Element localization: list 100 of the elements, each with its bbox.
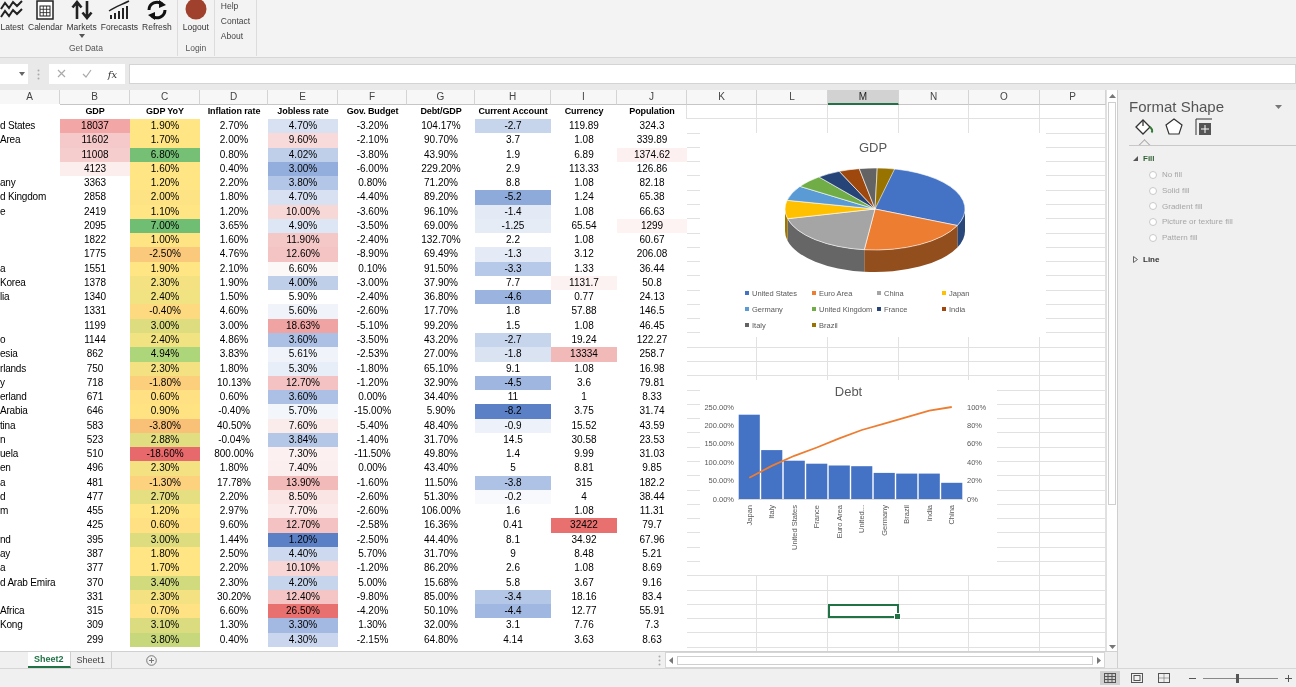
expanded-triangle-icon: [1133, 156, 1138, 161]
ribbon-link[interactable]: Contact: [220, 16, 251, 27]
table-header: Gov. Budget: [345, 105, 400, 118]
table-header: GDP YoY: [145, 105, 185, 118]
table-cell: 1.70%: [130, 133, 200, 148]
collapsed-triangle-icon: [1133, 256, 1138, 264]
column-heading[interactable]: L: [757, 90, 828, 105]
column-heading[interactable]: O: [969, 90, 1040, 105]
table-cell: 5.61%: [268, 347, 338, 362]
ribbon-link[interactable]: About: [220, 31, 251, 42]
formula-input[interactable]: [129, 64, 1296, 84]
view-button[interactable]: [1100, 671, 1120, 685]
up-arrow-icon: [1108, 94, 1116, 98]
horizontal-scrollbar[interactable]: [665, 652, 1105, 668]
active-cell[interactable]: [828, 604, 899, 619]
vertical-scrollbar[interactable]: [1106, 90, 1117, 651]
table-cell: 4.94%: [130, 347, 200, 362]
zoom-in-icon: [1285, 674, 1292, 682]
column-heading[interactable]: C: [130, 90, 200, 105]
plus-circle-icon: [146, 654, 158, 666]
table-cell: 3.30%: [268, 618, 338, 633]
table-cell: 3.60%: [268, 390, 338, 405]
section-header[interactable]: Fill: [1133, 154, 1155, 163]
section-header[interactable]: Line: [1133, 255, 1160, 265]
table-cell: -5.2: [475, 190, 551, 205]
sheet-tab[interactable]: Sheet2: [28, 652, 71, 668]
cancel-button[interactable]: [56, 68, 66, 80]
table-header: Jobless rate: [276, 105, 330, 118]
bar: [828, 465, 850, 499]
grid-icon: [1104, 673, 1116, 683]
table-cell: 12.70%: [268, 518, 338, 533]
column-heading[interactable]: M: [828, 90, 899, 105]
paint-bucket-icon: [1134, 118, 1154, 136]
column-heading[interactable]: B: [60, 90, 130, 105]
column-heading[interactable]: I: [551, 90, 617, 105]
bar: [896, 473, 918, 499]
ribbon-button[interactable]: Forecasts: [99, 0, 140, 42]
right-arrow-icon: [1097, 656, 1101, 664]
pane-title: Format Shape: [1129, 98, 1225, 115]
table-cell: -18.60%: [130, 447, 200, 462]
pentagon-icon: [1164, 118, 1184, 136]
ribbon-button[interactable]: Logout: [181, 0, 210, 42]
insert-function-button[interactable]: fx: [107, 68, 118, 80]
table-header: Currency: [563, 105, 605, 118]
layout-icon: [1194, 118, 1214, 136]
table-cell: 3.10%: [130, 618, 200, 633]
name-box[interactable]: [0, 64, 28, 84]
bar: [783, 460, 805, 499]
column-heading[interactable]: P: [1040, 90, 1106, 105]
page-break-icon: [1158, 673, 1170, 683]
table-cell: 7.40%: [268, 461, 338, 476]
table-cell: 5.70%: [268, 404, 338, 419]
table-cell: -0.40%: [130, 304, 200, 319]
ribbon-link[interactable]: Help: [220, 1, 251, 12]
column-heading[interactable]: E: [268, 90, 338, 105]
table-cell: -1.8: [475, 347, 551, 362]
table-cell: 3.80%: [268, 176, 338, 191]
column-heading[interactable]: F: [338, 90, 407, 105]
table-cell: 12.60%: [268, 247, 338, 262]
column-heading[interactable]: J: [617, 90, 687, 105]
chart-title: Debt: [833, 384, 864, 399]
table-header: GDP: [84, 105, 106, 118]
table-cell: 2.00%: [130, 190, 200, 205]
table-header: Debt/GDP: [419, 105, 463, 118]
table-cell: 4.70%: [268, 190, 338, 205]
table-cell: 7.70%: [268, 504, 338, 519]
table-cell: 10.10%: [268, 561, 338, 576]
enter-button[interactable]: [81, 68, 92, 80]
bar: [873, 472, 895, 499]
table-cell: 7.30%: [268, 447, 338, 462]
column-heading[interactable]: G: [407, 90, 475, 105]
caret-icon: [1275, 104, 1282, 109]
table-cell: 0.70%: [130, 604, 200, 619]
ribbon-button[interactable]: Refresh: [141, 0, 173, 42]
group-label: Get Data: [67, 43, 104, 55]
table-cell: -4.6: [475, 290, 551, 305]
column-heading[interactable]: D: [200, 90, 268, 105]
table-cell: 13334: [551, 347, 617, 362]
table-cell: 1.20%: [130, 176, 200, 191]
table-cell: -2.7: [475, 119, 551, 134]
table-cell: 11602: [60, 133, 130, 148]
close-icon: [56, 69, 66, 78]
table-cell: 9.60%: [268, 133, 338, 148]
table-cell: -8.2: [475, 404, 551, 419]
ribbon-button[interactable]: Markets: [65, 0, 98, 42]
column-heading[interactable]: N: [899, 90, 969, 105]
column-heading[interactable]: H: [475, 90, 551, 105]
ribbon-button[interactable]: Latest: [0, 0, 25, 42]
table-cell: 2.40%: [130, 290, 200, 305]
table-cell: 0.60%: [130, 518, 200, 533]
table-cell: 4.70%: [268, 119, 338, 134]
group-label: Login: [184, 43, 208, 55]
table-cell: 1.90%: [130, 119, 200, 134]
ribbon-button[interactable]: Calendar: [27, 0, 64, 42]
bar-chart-icon: [107, 0, 132, 20]
table-header: Current Account: [477, 105, 549, 118]
table-cell: -4.4: [475, 604, 551, 619]
table-cell: 5.60%: [268, 304, 338, 319]
column-heading[interactable]: K: [687, 90, 757, 105]
table-cell: 0.60%: [130, 390, 200, 405]
